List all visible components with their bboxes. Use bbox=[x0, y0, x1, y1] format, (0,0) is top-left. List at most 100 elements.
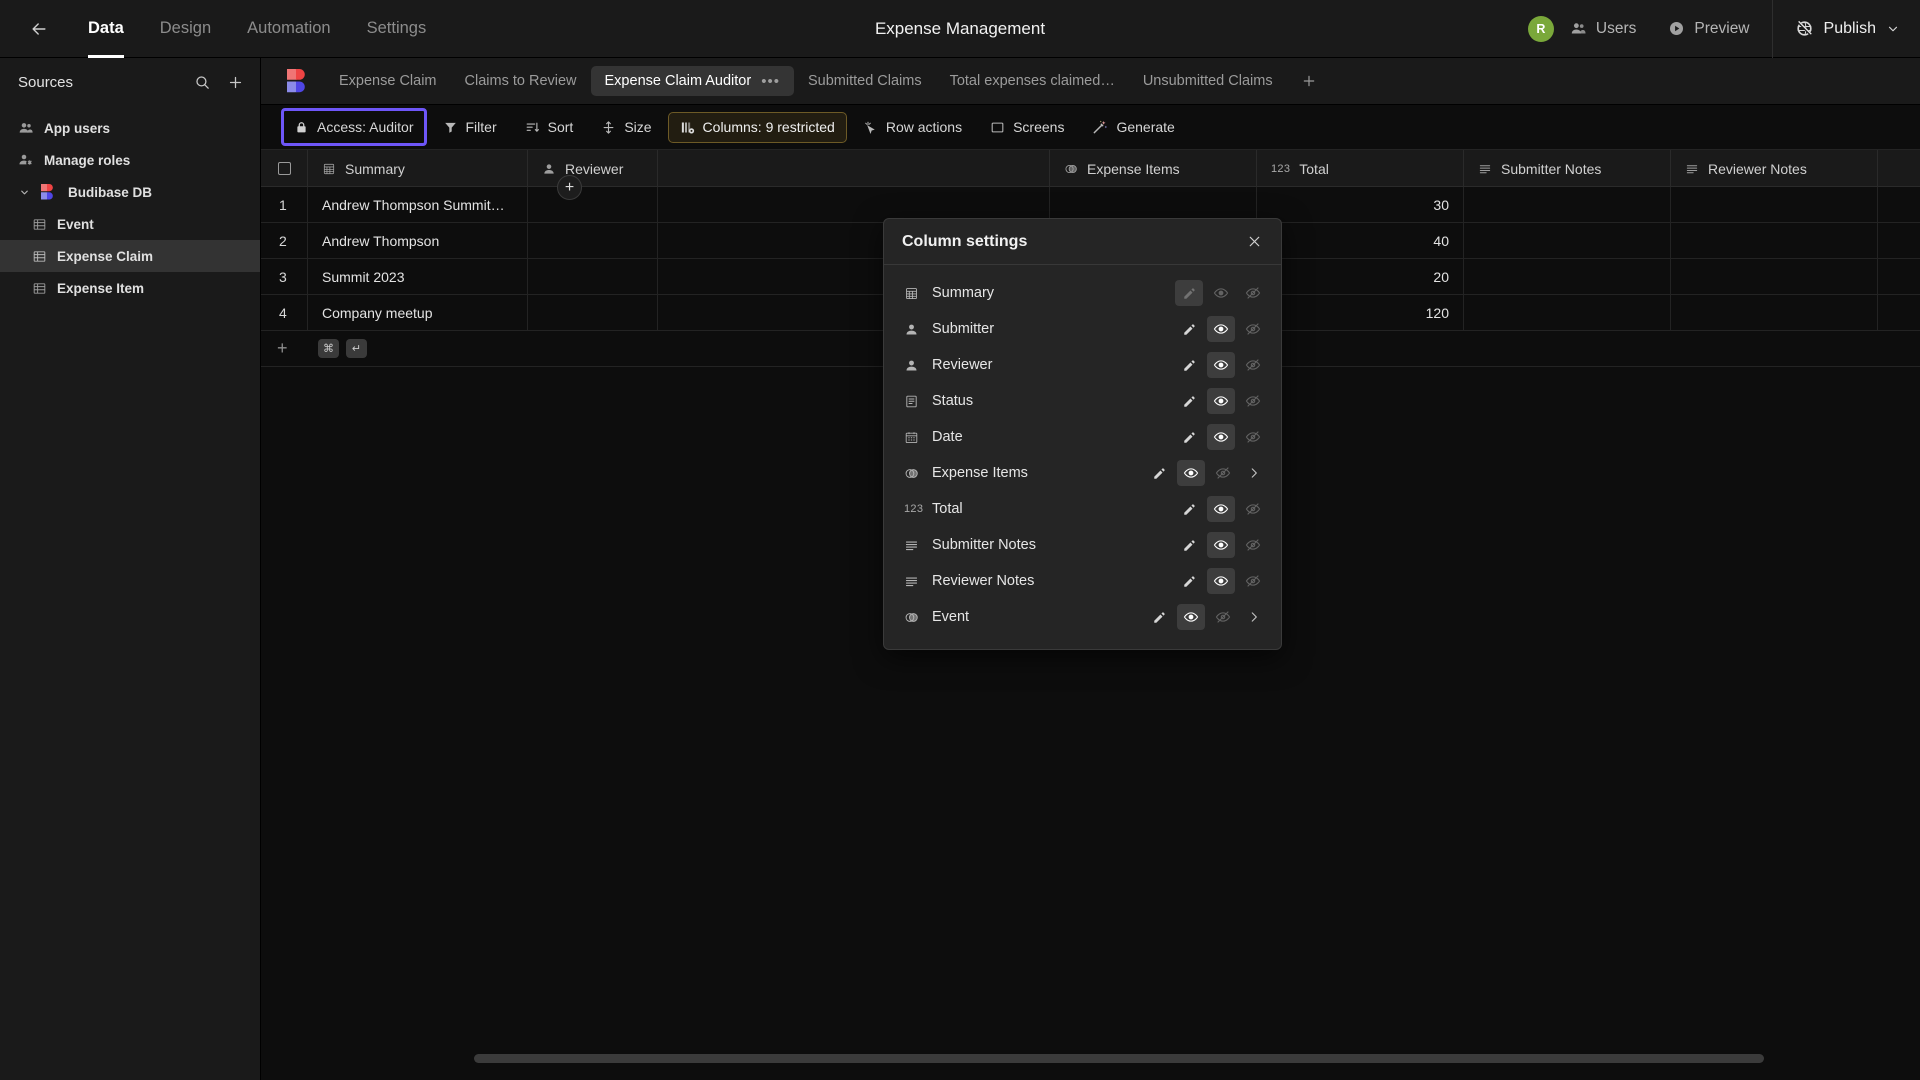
edit-column-button[interactable] bbox=[1145, 604, 1173, 630]
hide-column-button[interactable] bbox=[1239, 280, 1267, 306]
show-column-button[interactable] bbox=[1207, 568, 1235, 594]
hide-column-button[interactable] bbox=[1239, 352, 1267, 378]
hide-column-button[interactable] bbox=[1209, 460, 1237, 486]
column-header-reviewer-notes[interactable]: Reviewer Notes bbox=[1671, 150, 1878, 187]
sidebar-item-app-users[interactable]: App users bbox=[0, 112, 260, 144]
cell-submitter-notes[interactable] bbox=[1464, 295, 1671, 331]
edit-column-button[interactable] bbox=[1145, 460, 1173, 486]
show-column-button[interactable] bbox=[1207, 280, 1235, 306]
back-button[interactable] bbox=[16, 0, 62, 58]
sidebar-item-manage-roles[interactable]: Manage roles bbox=[0, 144, 260, 176]
add-column-button[interactable]: + bbox=[557, 175, 582, 200]
edit-column-button[interactable] bbox=[1175, 496, 1203, 522]
show-column-button[interactable] bbox=[1177, 604, 1205, 630]
scrollbar-thumb[interactable] bbox=[474, 1054, 1764, 1063]
cell-total[interactable]: 20 bbox=[1257, 259, 1464, 295]
edit-column-button[interactable] bbox=[1175, 424, 1203, 450]
nav-tab-settings[interactable]: Settings bbox=[349, 0, 445, 58]
edit-column-button[interactable] bbox=[1175, 388, 1203, 414]
add-row-plus-icon[interactable]: + bbox=[261, 338, 308, 359]
chevron-right-icon[interactable] bbox=[1241, 604, 1267, 630]
column-header-total[interactable]: 123 Total bbox=[1257, 150, 1464, 187]
nav-tab-design[interactable]: Design bbox=[142, 0, 229, 58]
cell-summary[interactable]: Summit 2023 bbox=[308, 259, 528, 295]
hide-column-button[interactable] bbox=[1239, 496, 1267, 522]
hide-column-button[interactable] bbox=[1209, 604, 1237, 630]
sidebar-item-expense-claim[interactable]: Expense Claim bbox=[0, 240, 260, 272]
column-header-expense-items[interactable]: Expense Items bbox=[1050, 150, 1257, 187]
cell-reviewer-notes[interactable] bbox=[1671, 187, 1878, 223]
cell-total[interactable]: 40 bbox=[1257, 223, 1464, 259]
hide-column-button[interactable] bbox=[1239, 532, 1267, 558]
cell-summary[interactable]: Andrew Thompson Summit… bbox=[308, 187, 528, 223]
screens-button[interactable]: Screens bbox=[978, 112, 1076, 143]
show-column-button[interactable] bbox=[1207, 532, 1235, 558]
edit-column-button[interactable] bbox=[1175, 568, 1203, 594]
cell-reviewer[interactable] bbox=[528, 223, 658, 259]
column-header-submitter-notes[interactable]: Submitter Notes bbox=[1464, 150, 1671, 187]
cell-reviewer[interactable] bbox=[528, 187, 658, 223]
show-column-button[interactable] bbox=[1207, 352, 1235, 378]
add-source-icon[interactable] bbox=[227, 74, 244, 91]
tab-submitted-claims[interactable]: Submitted Claims bbox=[794, 66, 936, 96]
users-button[interactable]: Users bbox=[1554, 0, 1652, 58]
search-icon[interactable] bbox=[194, 74, 211, 91]
show-column-button[interactable] bbox=[1207, 316, 1235, 342]
close-icon[interactable] bbox=[1246, 233, 1263, 250]
show-column-button[interactable] bbox=[1207, 424, 1235, 450]
size-button[interactable]: Size bbox=[589, 112, 663, 143]
cell-reviewer[interactable] bbox=[528, 259, 658, 295]
hide-column-button[interactable] bbox=[1239, 316, 1267, 342]
column-header-summary[interactable]: Summary bbox=[308, 150, 528, 187]
cell-submitter-notes[interactable] bbox=[1464, 223, 1671, 259]
tab-expense-claim-auditor[interactable]: Expense Claim Auditor ••• bbox=[590, 66, 794, 96]
columns-button[interactable]: Columns: 9 restricted bbox=[667, 111, 847, 143]
edit-column-button[interactable] bbox=[1175, 316, 1203, 342]
tab-expense-claim[interactable]: Expense Claim bbox=[325, 66, 451, 96]
column-setting-row-reviewer-notes: Reviewer Notes bbox=[884, 563, 1281, 599]
cell-reviewer-notes[interactable] bbox=[1671, 259, 1878, 295]
chevron-right-icon[interactable] bbox=[1241, 460, 1267, 486]
sidebar-item-event[interactable]: Event bbox=[0, 208, 260, 240]
publish-button[interactable]: Publish bbox=[1779, 19, 1900, 38]
hide-column-button[interactable] bbox=[1239, 388, 1267, 414]
column-header-reviewer[interactable]: Reviewer bbox=[528, 150, 658, 187]
cell-reviewer[interactable] bbox=[528, 295, 658, 331]
nav-tab-automation[interactable]: Automation bbox=[229, 0, 348, 58]
horizontal-scrollbar[interactable] bbox=[261, 1048, 1920, 1070]
tab-unsubmitted-claims[interactable]: Unsubmitted Claims bbox=[1129, 66, 1287, 96]
avatar[interactable]: R bbox=[1527, 15, 1554, 42]
sidebar-item-expense-item[interactable]: Expense Item bbox=[0, 272, 260, 304]
generate-button[interactable]: Generate bbox=[1080, 112, 1186, 143]
show-column-button[interactable] bbox=[1207, 388, 1235, 414]
cell-total[interactable]: 120 bbox=[1257, 295, 1464, 331]
edit-column-button[interactable] bbox=[1175, 280, 1203, 306]
sort-button[interactable]: Sort bbox=[513, 112, 586, 143]
cell-summary[interactable]: Andrew Thompson bbox=[308, 223, 528, 259]
tab-total-expenses-claimed[interactable]: Total expenses claimed… bbox=[936, 66, 1129, 96]
cell-reviewer-notes[interactable] bbox=[1671, 295, 1878, 331]
tab-claims-to-review[interactable]: Claims to Review bbox=[451, 66, 591, 96]
edit-column-button[interactable] bbox=[1175, 352, 1203, 378]
hide-column-button[interactable] bbox=[1239, 568, 1267, 594]
cell-submitter-notes[interactable] bbox=[1464, 187, 1671, 223]
tab-menu-icon[interactable]: ••• bbox=[761, 73, 780, 90]
row-actions-button[interactable]: Row actions bbox=[851, 112, 974, 143]
preview-button[interactable]: Preview bbox=[1652, 0, 1765, 58]
access-auditor-button[interactable]: Access: Auditor bbox=[281, 108, 427, 146]
sidebar-item-budibase-db[interactable]: Budibase DB bbox=[0, 176, 260, 208]
cell-summary[interactable]: Company meetup bbox=[308, 295, 528, 331]
show-column-button[interactable] bbox=[1207, 496, 1235, 522]
filter-button[interactable]: Filter bbox=[431, 112, 509, 143]
edit-column-button[interactable] bbox=[1175, 532, 1203, 558]
cell-total[interactable]: 30 bbox=[1257, 187, 1464, 223]
select-all-checkbox[interactable] bbox=[261, 150, 308, 187]
column-header-hidden-behind-popover[interactable] bbox=[658, 150, 1050, 187]
hide-column-button[interactable] bbox=[1239, 424, 1267, 450]
show-column-button[interactable] bbox=[1177, 460, 1205, 486]
cell-submitter-notes[interactable] bbox=[1464, 259, 1671, 295]
chevron-down-icon[interactable] bbox=[18, 187, 30, 198]
add-view-button[interactable] bbox=[1287, 73, 1331, 89]
nav-tab-data[interactable]: Data bbox=[70, 0, 142, 58]
cell-reviewer-notes[interactable] bbox=[1671, 223, 1878, 259]
